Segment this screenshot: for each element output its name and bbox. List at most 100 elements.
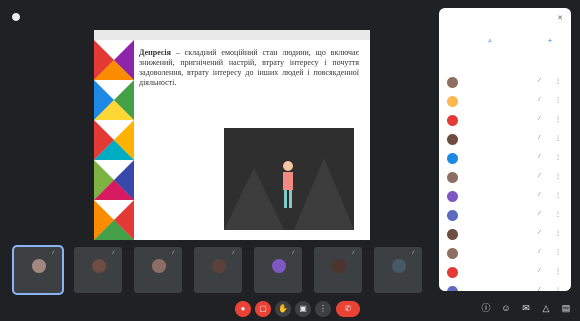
participants-panel: ✕ ⌕ + ∕ ⋮ ∕ ⋮ ∕ ⋮ ∕ ⋮ ∕ ⋮ ∕ ⋮ ∕ ⋮ ∕ ⋮ ∕ ⋮ ∕ ⋮ ∕ ⋮ ∕…	[439, 8, 571, 291]
raise-hand-button[interactable]: ✋	[275, 301, 291, 317]
mic-off-icon: ∕	[539, 287, 541, 291]
mic-toggle-button[interactable]: ●	[235, 301, 251, 317]
list-item[interactable]: ∕ ⋮	[445, 245, 565, 264]
participant-name	[463, 193, 531, 201]
more-icon[interactable]: ⋮	[555, 116, 561, 123]
mic-off-icon: ∕	[539, 268, 541, 274]
avatar	[447, 210, 458, 221]
participant-tile[interactable]: ∕	[374, 247, 422, 293]
end-call-button[interactable]: ✆	[336, 301, 360, 317]
avatar	[212, 259, 226, 273]
participant-name	[77, 283, 119, 291]
avatar	[447, 172, 458, 183]
list-item[interactable]: ∕ ⋮	[445, 74, 565, 93]
mic-off-icon: ∕	[413, 250, 414, 256]
present-button[interactable]: ▣	[295, 301, 311, 317]
list-item[interactable]: ∕ ⋮	[445, 283, 565, 291]
participant-name	[463, 231, 531, 239]
more-icon[interactable]: ⋮	[555, 173, 561, 180]
participant-name	[137, 283, 179, 291]
list-item[interactable]: ∕ ⋮	[445, 169, 565, 188]
avatar	[447, 229, 458, 240]
activities-icon[interactable]: △	[540, 302, 552, 314]
more-icon[interactable]: ⋮	[555, 268, 561, 275]
mic-off-icon: ∕	[539, 116, 541, 122]
presentation-stage: Депресія – складний емоційний стан людин…	[8, 30, 430, 244]
participant-name	[463, 117, 531, 125]
invite-action[interactable]: ⌕	[455, 38, 525, 48]
participant-name	[463, 250, 531, 258]
list-item[interactable]: ∕ ⋮	[445, 93, 565, 112]
mic-off-icon: ∕	[113, 250, 114, 256]
mic-off-icon: ∕	[53, 250, 54, 256]
participant-tile[interactable]: ∕	[194, 247, 242, 293]
more-icon[interactable]: ⋮	[555, 135, 561, 142]
avatar	[332, 259, 346, 273]
participant-tile[interactable]: ∕	[314, 247, 362, 293]
participant-name	[463, 155, 531, 163]
chat-icon[interactable]: ✉	[520, 302, 532, 314]
mic-off-icon: ∕	[539, 192, 541, 198]
avatar	[392, 259, 406, 273]
list-item[interactable]: ∕ ⋮	[445, 150, 565, 169]
list-item[interactable]: ∕ ⋮	[445, 264, 565, 283]
participant-name	[463, 174, 531, 182]
list-item[interactable]: ∕ ⋮	[445, 226, 565, 245]
panel-actions: ⌕ +	[447, 38, 563, 68]
presentation-banner	[12, 7, 26, 27]
list-item[interactable]: ∕ ⋮	[445, 188, 565, 207]
meet-window: Депресія – складний емоційний стан людин…	[0, 0, 580, 321]
add-person-icon: +	[547, 38, 553, 45]
participant-name	[463, 79, 531, 87]
info-icon[interactable]: ⓘ	[480, 302, 492, 314]
more-icon[interactable]: ⋮	[555, 211, 561, 218]
participant-name	[463, 269, 531, 277]
participant-tile[interactable]: ∕	[12, 245, 64, 295]
participant-name	[463, 136, 531, 144]
avatar	[447, 191, 458, 202]
add-people-action[interactable]: +	[537, 38, 563, 47]
more-icon[interactable]: ⋮	[555, 249, 561, 256]
avatar	[447, 77, 458, 88]
close-icon[interactable]: ✕	[557, 14, 563, 22]
more-icon[interactable]: ⋮	[555, 154, 561, 161]
participant-name	[463, 288, 531, 291]
mic-off-icon: ∕	[173, 250, 174, 256]
participant-name	[463, 212, 531, 220]
list-item[interactable]: ∕ ⋮	[445, 131, 565, 150]
bottom-toolbar: ● ▢ ✋ ▣ ⋮ ✆ ⓘ ☺ ✉ △ ▤	[0, 296, 580, 321]
participant-name	[17, 283, 59, 291]
slide-text: Депресія – складний емоційний стан людин…	[139, 48, 359, 88]
avatar	[447, 134, 458, 145]
more-options-button[interactable]: ⋮	[315, 301, 331, 317]
participant-tile[interactable]: ∕	[134, 247, 182, 293]
participant-tile[interactable]: ∕	[74, 247, 122, 293]
more-icon[interactable]: ⋮	[555, 230, 561, 237]
avatar	[92, 259, 106, 273]
avatar	[447, 267, 458, 278]
participant-thumbnails: ∕ ∕ ∕ ∕ ∕ ∕ ∕	[12, 245, 432, 295]
more-icon[interactable]: ⋮	[555, 192, 561, 199]
camera-toggle-button[interactable]: ▢	[255, 301, 271, 317]
mic-off-icon: ∕	[539, 97, 541, 103]
avatar	[447, 153, 458, 164]
participant-list: ∕ ⋮ ∕ ⋮ ∕ ⋮ ∕ ⋮ ∕ ⋮ ∕ ⋮ ∕ ⋮ ∕ ⋮ ∕ ⋮ ∕ ⋮ ∕ ⋮ ∕ ⋮	[445, 74, 565, 291]
list-item[interactable]: ∕ ⋮	[445, 112, 565, 131]
slide: Депресія – складний емоційний стан людин…	[94, 30, 370, 240]
avatar	[272, 259, 286, 273]
avatar	[32, 259, 46, 273]
slide-illustration	[224, 128, 354, 230]
more-icon[interactable]: ⋮	[555, 97, 561, 104]
side-panel-buttons: ⓘ ☺ ✉ △ ▤	[480, 302, 572, 314]
mic-off-icon: ∕	[539, 135, 541, 141]
people-icon[interactable]: ☺	[500, 302, 512, 314]
participant-name	[257, 283, 299, 291]
list-item[interactable]: ∕ ⋮	[445, 207, 565, 226]
lock-icon[interactable]: ▤	[560, 302, 572, 314]
participant-tile[interactable]: ∕	[254, 247, 302, 293]
more-icon[interactable]: ⋮	[555, 287, 561, 291]
more-icon[interactable]: ⋮	[555, 78, 561, 85]
avatar	[447, 248, 458, 259]
mic-off-icon: ∕	[539, 78, 541, 84]
participant-name	[377, 283, 419, 291]
